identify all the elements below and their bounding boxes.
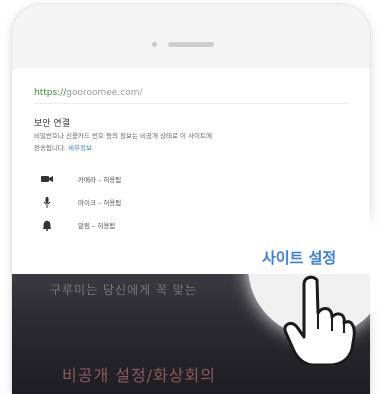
speaker-grille: [168, 42, 214, 47]
permission-label: 알림 – 허용됨: [78, 222, 116, 230]
notification-bell-icon: [40, 219, 54, 231]
description-text: 비밀번호나 신용카드 번호 등의 정보는 비공개 상태로 이 사이트에: [34, 132, 212, 140]
permission-row-microphone[interactable]: 마이크 – 허용됨: [40, 196, 121, 208]
video-caption-top: 구루미는 당신에게 꼭 맞는: [50, 283, 197, 297]
url-trail: /: [139, 88, 143, 98]
camera-icon: [40, 173, 54, 185]
site-url: https://gooroomee.com/: [34, 88, 142, 98]
connection-status-title: 보안 연결: [34, 119, 70, 129]
connection-description: 비밀번호나 신용카드 번호 등의 정보는 비공개 상태로 이 사이트에 전송됩니…: [34, 130, 334, 154]
permission-label: 마이크 – 허용됨: [78, 199, 122, 207]
url-scheme: https://: [34, 88, 67, 98]
permission-label: 카메라 – 허용됨: [78, 176, 122, 184]
site-settings-button[interactable]: 사이트 설정: [262, 247, 336, 268]
video-caption-bottom: 비공개 설정/화상회의: [62, 366, 216, 385]
microphone-icon: [40, 196, 54, 208]
permission-row-camera[interactable]: 카메라 – 허용됨: [40, 173, 121, 185]
divider: [34, 103, 348, 104]
permission-row-notifications[interactable]: 알림 – 허용됨: [40, 219, 115, 231]
camera-dot: [152, 42, 157, 47]
tapping-hand-icon: [282, 275, 362, 369]
description-text-2: 전송됩니다.: [34, 144, 66, 152]
url-host: gooroomee.com: [66, 88, 140, 98]
learn-more-link[interactable]: 세부정보: [68, 144, 92, 152]
top-bar: [12, 4, 370, 69]
